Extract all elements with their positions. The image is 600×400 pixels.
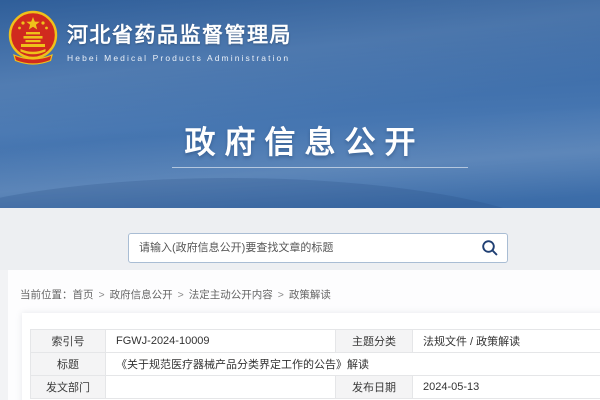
- search-input[interactable]: [129, 234, 473, 262]
- publish-date-value: 2024-05-13: [413, 376, 600, 399]
- index-number-label: 索引号: [31, 330, 106, 353]
- breadcrumb-separator: >: [278, 289, 284, 301]
- publish-date-label: 发布日期: [336, 376, 413, 399]
- org-name-block: 河北省药品监督管理局 Hebei Medical Products Admini…: [67, 8, 292, 63]
- subject-category-value: 法规文件 / 政策解读: [413, 330, 600, 353]
- search-box: [128, 233, 508, 263]
- search-icon: [481, 239, 499, 257]
- breadcrumb-separator: >: [178, 289, 184, 301]
- breadcrumb-label: 当前位置：: [20, 289, 73, 301]
- index-number-value: FGWJ-2024-10009: [106, 330, 336, 353]
- org-name-chinese: 河北省药品监督管理局: [67, 19, 292, 49]
- site-logo[interactable]: 河北省药品监督管理局 Hebei Medical Products Admini…: [7, 8, 292, 66]
- breadcrumb-separator: >: [99, 289, 105, 301]
- subject-category-label: 主题分类: [336, 330, 413, 353]
- banner-divider-line: [172, 167, 468, 168]
- search-band: [0, 208, 600, 270]
- china-national-emblem-icon: [7, 8, 59, 66]
- title-label: 标题: [31, 353, 106, 376]
- breadcrumb: 当前位置：首页 > 政府信息公开 > 法定主动公开内容 > 政策解读: [20, 287, 331, 302]
- issuing-department-value: [106, 376, 336, 399]
- search-button[interactable]: [473, 234, 507, 262]
- document-info-table: 索引号 FGWJ-2024-10009 主题分类 法规文件 / 政策解读 标题 …: [30, 329, 600, 399]
- table-row: 索引号 FGWJ-2024-10009 主题分类 法规文件 / 政策解读: [31, 330, 600, 353]
- breadcrumb-item-policy-interpretation[interactable]: 政策解读: [289, 289, 331, 301]
- issuing-department-label: 发文部门: [31, 376, 106, 399]
- org-name-english: Hebei Medical Products Administration: [67, 53, 292, 63]
- table-row: 标题 《关于规范医疗器械产品分类界定工作的公告》解读: [31, 353, 600, 376]
- banner-title: 政府信息公开: [0, 117, 600, 162]
- page-header: 河北省药品监督管理局 Hebei Medical Products Admini…: [0, 0, 600, 208]
- breadcrumb-item-info-disclosure[interactable]: 政府信息公开: [110, 289, 173, 301]
- title-value: 《关于规范医疗器械产品分类界定工作的公告》解读: [106, 353, 600, 376]
- breadcrumb-item-home[interactable]: 首页: [73, 289, 94, 301]
- breadcrumb-item-statutory-content[interactable]: 法定主动公开内容: [189, 289, 273, 301]
- table-row: 发文部门 发布日期 2024-05-13: [31, 376, 600, 399]
